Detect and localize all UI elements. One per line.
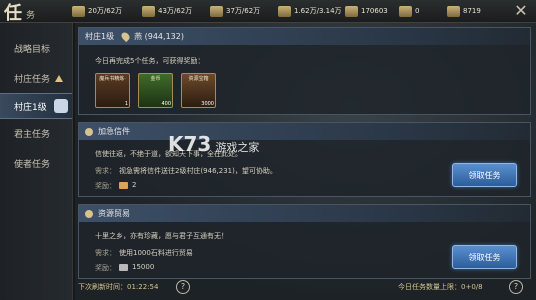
- village-location[interactable]: 燕 (944,132): [134, 31, 184, 42]
- task-1-req: 视急需将信件送往2级村庄(946,231)，望可协助。: [119, 167, 277, 175]
- help-icon-2[interactable]: ?: [509, 280, 523, 294]
- sidebar-item-envoy-tasks[interactable]: 使者任务: [0, 150, 72, 176]
- village-title: 村庄1级: [85, 32, 115, 41]
- refresh-timer: 下次刷新时间：01:22:54: [78, 283, 159, 291]
- resource-silver: 8719: [447, 4, 481, 18]
- task-icon: [85, 209, 93, 218]
- task-2-reward-label: 奖励：: [95, 264, 116, 272]
- reward-token-icon: [119, 181, 128, 189]
- task-2-desc: 十里之乡，亦有珍藏，愿与君子互通有无！: [95, 232, 228, 240]
- resource-iron: 1.62万/3.14万: [278, 4, 342, 18]
- close-icon[interactable]: ✕: [512, 2, 530, 20]
- page-title-sub: 务: [26, 11, 36, 21]
- page-title: 任: [4, 3, 22, 24]
- reward-item-2[interactable]: 金币 400: [138, 73, 173, 108]
- task-2-req-label: 需求：: [95, 249, 116, 257]
- sidebar: 战略目标 村庄任务 村庄1级 君主任务 使者任务: [0, 23, 73, 300]
- resource-crown: 0: [399, 4, 419, 18]
- accept-task-2-button[interactable]: 领取任务: [452, 245, 517, 269]
- village-panel: 村庄1级 燕 (944,132) 今日再完成5个任务，可获得奖励： 魔兵书精炼·…: [78, 27, 531, 115]
- crown-icon: [399, 5, 412, 17]
- sidebar-item-strategy[interactable]: 战略目标: [0, 35, 72, 61]
- daily-limit: 今日任务数量上限：0+0/8: [398, 283, 483, 291]
- stone-icon: [210, 5, 223, 17]
- task-2-header: 资源贸易: [79, 205, 530, 222]
- task-1-title: 加急信件: [98, 127, 130, 136]
- task-2-title: 资源贸易: [98, 209, 130, 218]
- task-1-req-label: 需求：: [95, 167, 116, 175]
- watermark: K73 游戏之家: [168, 132, 260, 156]
- location-pin-icon: [119, 30, 132, 43]
- village-header: 村庄1级 燕 (944,132): [79, 28, 530, 45]
- resource-stone: 37万/62万: [210, 4, 260, 18]
- task-1-reward-label: 奖励：: [95, 182, 116, 190]
- sidebar-item-lord-tasks[interactable]: 君主任务: [0, 120, 72, 146]
- task-icon: [85, 127, 93, 136]
- resource-wood: 43万/62万: [142, 4, 192, 18]
- iron-icon: [278, 5, 291, 17]
- task-card-2: 资源贸易 十里之乡，亦有珍藏，愿与君子互通有无！ 需求： 使用1000石料进行贸…: [78, 204, 531, 279]
- task-card-1: 加急信件 信使往返，不绝于道，欲知天下事，全在此处。 需求： 视急需将信件送往2…: [78, 122, 531, 197]
- task-2-reward: 15000: [119, 263, 154, 271]
- help-icon[interactable]: ?: [176, 280, 190, 294]
- reward-prompt: 今日再完成5个任务，可获得奖励：: [95, 57, 205, 65]
- food-icon: [72, 5, 85, 17]
- task-1-reward: 2: [119, 181, 136, 189]
- token-icon: [345, 5, 358, 17]
- top-resource-bar: 任 务 20万/62万 43万/62万 37万/62万 1.62万/3.14万 …: [0, 0, 536, 24]
- reward-item-1[interactable]: 魔兵书精炼· 1: [95, 73, 130, 108]
- reward-item-3[interactable]: 资源宝箱 3000: [181, 73, 216, 108]
- main-content: 村庄1级 燕 (944,132) 今日再完成5个任务，可获得奖励： 魔兵书精炼·…: [75, 23, 536, 300]
- collapse-arrow-icon: [55, 74, 64, 82]
- silver-icon: [447, 5, 460, 17]
- sidebar-item-village-tasks[interactable]: 村庄任务: [0, 65, 72, 91]
- resource-food: 20万/62万: [72, 4, 122, 18]
- accept-task-1-button[interactable]: 领取任务: [452, 163, 517, 187]
- wood-icon: [142, 5, 155, 17]
- resource-token: 170603: [345, 4, 388, 18]
- village-badge-icon: [54, 99, 68, 113]
- reward-stone-icon: [119, 263, 128, 271]
- task-2-req: 使用1000石料进行贸易: [119, 249, 193, 257]
- sidebar-item-village-level[interactable]: 村庄1级: [0, 93, 72, 119]
- task-1-header: 加急信件: [79, 123, 530, 140]
